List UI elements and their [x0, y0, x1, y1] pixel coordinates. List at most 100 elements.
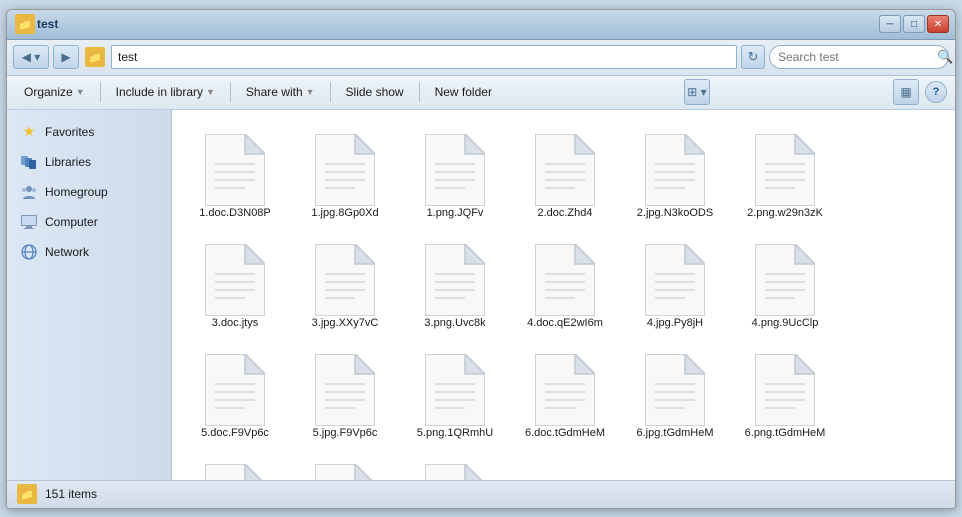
- file-item[interactable]: 4.doc.qE2wI6m: [510, 228, 620, 338]
- sidebar-item-homegroup[interactable]: Homegroup: [11, 178, 167, 206]
- slide-show-button[interactable]: Slide show: [337, 79, 413, 105]
- file-item[interactable]: 4.jpg.Py8jH: [620, 228, 730, 338]
- file-item[interactable]: 1.doc.D3N08P: [180, 118, 290, 228]
- view-toggle-button[interactable]: ⊞ ▾: [684, 79, 710, 105]
- file-label: 6.png.tGdmHeM: [745, 426, 826, 440]
- file-icon: [420, 236, 490, 316]
- file-label: 1.doc.D3N08P: [199, 206, 271, 220]
- file-icon: [640, 236, 710, 316]
- back-button[interactable]: ◀ ▾: [13, 45, 49, 69]
- status-folder-icon: 📁: [17, 484, 37, 504]
- search-input[interactable]: [778, 50, 933, 64]
- title-bar: 📁 test ─ □ ✕: [7, 10, 955, 40]
- close-button[interactable]: ✕: [927, 15, 949, 33]
- file-label: 1.jpg.8Gp0Xd: [311, 206, 378, 220]
- libraries-icon: [19, 152, 39, 172]
- file-icon: [310, 236, 380, 316]
- file-item[interactable]: 7.jpg.6vOJ: [290, 448, 400, 479]
- file-item[interactable]: 2.png.w29n3zK: [730, 118, 840, 228]
- file-icon: [750, 236, 820, 316]
- file-label: 2.doc.Zhd4: [537, 206, 592, 220]
- file-item[interactable]: 6.jpg.tGdmHeM: [620, 338, 730, 448]
- window-icon: 📁: [15, 14, 35, 34]
- include-in-library-button[interactable]: Include in library ▼: [107, 79, 224, 105]
- file-label: 6.doc.tGdmHeM: [525, 426, 605, 440]
- network-icon: [19, 242, 39, 262]
- file-item[interactable]: 3.doc.jtys: [180, 228, 290, 338]
- address-bar: ◀ ▾ ▶ 📁 ↻ 🔍: [7, 40, 955, 76]
- toolbar-sep-2: [230, 82, 231, 102]
- file-item[interactable]: 5.jpg.F9Vp6c: [290, 338, 400, 448]
- file-item[interactable]: 1.jpg.8Gp0Xd: [290, 118, 400, 228]
- help-button[interactable]: ?: [925, 81, 947, 103]
- file-item[interactable]: 3.jpg.XXy7vC: [290, 228, 400, 338]
- file-item[interactable]: 2.jpg.N3koODS: [620, 118, 730, 228]
- share-chevron: ▼: [306, 87, 315, 97]
- toolbar-sep-1: [100, 82, 101, 102]
- file-label: 6.jpg.tGdmHeM: [636, 426, 713, 440]
- sidebar-item-favorites[interactable]: ★ Favorites: [11, 118, 167, 146]
- file-item[interactable]: 3.png.Uvc8k: [400, 228, 510, 338]
- search-box[interactable]: 🔍: [769, 45, 949, 69]
- homegroup-icon: [19, 182, 39, 202]
- file-icon: [200, 456, 270, 479]
- file-icon: [530, 346, 600, 426]
- address-input[interactable]: [111, 45, 737, 69]
- file-item[interactable]: 6.png.tGdmHeM: [730, 338, 840, 448]
- file-icon: [200, 236, 270, 316]
- file-icon: [200, 126, 270, 206]
- new-folder-button[interactable]: New folder: [426, 79, 501, 105]
- share-with-button[interactable]: Share with ▼: [237, 79, 324, 105]
- toolbar: Organize ▼ Include in library ▼ Share wi…: [7, 76, 955, 110]
- file-icon: [750, 126, 820, 206]
- file-label: 1.png.JQFv: [427, 206, 484, 220]
- sidebar-item-network[interactable]: Network: [11, 238, 167, 266]
- file-item[interactable]: 6.doc.tGdmHeM: [510, 338, 620, 448]
- file-label: 3.jpg.XXy7vC: [312, 316, 379, 330]
- file-icon: [200, 346, 270, 426]
- file-item[interactable]: 2.doc.Zhd4: [510, 118, 620, 228]
- file-icon: [310, 346, 380, 426]
- address-folder-icon: 📁: [85, 47, 105, 67]
- file-icon: [420, 126, 490, 206]
- file-item[interactable]: 5.png.1QRmhU: [400, 338, 510, 448]
- file-icon: [310, 126, 380, 206]
- file-item[interactable]: 4.png.9UcClp: [730, 228, 840, 338]
- file-area: 1.doc.D3N08P 1.jpg.8Gp0Xd 1.png.JQFv 2: [172, 110, 955, 480]
- file-item[interactable]: 7.png.JmtI7F: [400, 448, 510, 479]
- preview-pane-button[interactable]: ▦: [893, 79, 919, 105]
- file-item[interactable]: 5.doc.F9Vp6c: [180, 338, 290, 448]
- organize-button[interactable]: Organize ▼: [15, 79, 94, 105]
- library-chevron: ▼: [206, 87, 215, 97]
- explorer-window: 📁 test ─ □ ✕ ◀ ▾ ▶ 📁 ↻ 🔍 Organize ▼ Incl…: [6, 9, 956, 509]
- toolbar-sep-4: [419, 82, 420, 102]
- sidebar-item-computer[interactable]: Computer: [11, 208, 167, 236]
- file-label: 4.doc.qE2wI6m: [527, 316, 603, 330]
- file-icon: [530, 236, 600, 316]
- file-icon: [640, 126, 710, 206]
- file-item[interactable]: 7.doc.i80I: [180, 448, 290, 479]
- sidebar-label-computer: Computer: [45, 215, 98, 229]
- maximize-button[interactable]: □: [903, 15, 925, 33]
- main-area: ★ Favorites Libraries Homegroup Compute: [7, 110, 955, 480]
- file-icon: [310, 456, 380, 479]
- file-item[interactable]: 1.png.JQFv: [400, 118, 510, 228]
- minimize-button[interactable]: ─: [879, 15, 901, 33]
- file-label: 3.png.Uvc8k: [424, 316, 485, 330]
- search-icon[interactable]: 🔍: [937, 49, 953, 65]
- file-icon: [640, 346, 710, 426]
- status-bar: 📁 151 items: [7, 480, 955, 508]
- sidebar: ★ Favorites Libraries Homegroup Compute: [7, 110, 172, 480]
- organize-chevron: ▼: [76, 87, 85, 97]
- computer-icon: [19, 212, 39, 232]
- sidebar-label-libraries: Libraries: [45, 155, 91, 169]
- window-title: test: [37, 17, 879, 31]
- file-label: 4.png.9UcClp: [752, 316, 819, 330]
- sidebar-label-homegroup: Homegroup: [45, 185, 108, 199]
- file-icon: [420, 346, 490, 426]
- sidebar-item-libraries[interactable]: Libraries: [11, 148, 167, 176]
- forward-button[interactable]: ▶: [53, 45, 79, 69]
- refresh-button[interactable]: ↻: [741, 45, 765, 69]
- favorites-icon: ★: [19, 122, 39, 142]
- file-icon: [420, 456, 490, 479]
